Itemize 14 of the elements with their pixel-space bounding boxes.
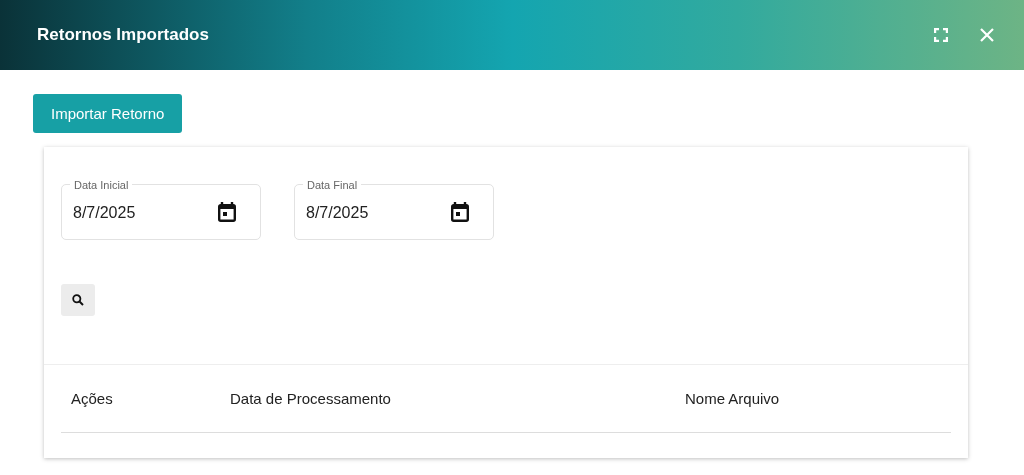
column-header: Nome Arquivo [685, 390, 780, 407]
column-header: Ações [71, 390, 114, 407]
search-button[interactable] [61, 284, 95, 316]
fullscreen-icon[interactable] [934, 28, 948, 42]
field-value: 8/7/2025 [306, 204, 369, 222]
calendar-icon[interactable] [218, 202, 236, 222]
calendar-icon[interactable] [451, 202, 469, 222]
field-label: Data Final [303, 179, 362, 191]
column-header: Data de Processamento [230, 390, 392, 407]
field-value: 8/7/2025 [73, 204, 136, 222]
window-title: Retornos Importados [37, 25, 209, 45]
field-label: Data Inicial [70, 179, 133, 191]
search-icon [72, 294, 84, 306]
close-icon[interactable] [980, 28, 994, 42]
